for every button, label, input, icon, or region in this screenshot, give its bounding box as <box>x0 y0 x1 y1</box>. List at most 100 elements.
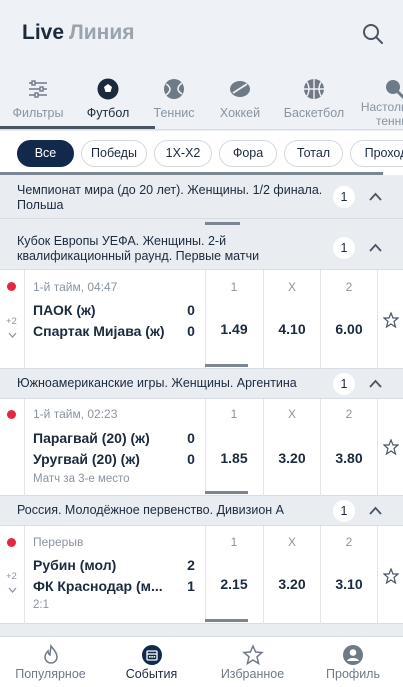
more-markets-count[interactable]: +2 <box>6 316 17 327</box>
filter-chip-double-chance[interactable]: 1Х-Х2 <box>154 140 212 167</box>
filter-chip-wins[interactable]: Победы <box>81 140 147 167</box>
sport-tab-hockey[interactable]: Хоккей <box>210 66 270 129</box>
odds-header-1: 1 <box>230 407 238 421</box>
bet-type-filters: Все Победы 1Х-Х2 Фора Тотал Проход <box>0 131 403 175</box>
filter-chip-advance[interactable]: Проход <box>350 140 403 167</box>
league-count-badge: 1 <box>333 186 355 208</box>
filters-icon <box>29 80 47 98</box>
tab-live[interactable]: Live <box>22 21 64 45</box>
league-name: Южноамериканские игры. Женщины. Аргентин… <box>17 376 297 390</box>
sport-tab-label: Хоккей <box>219 106 261 120</box>
divider <box>24 270 25 369</box>
match-status: 1-й тайм, 02:23 <box>33 407 118 421</box>
score-home: 0 <box>187 430 195 446</box>
score-away: 0 <box>187 323 195 339</box>
sport-tab-table-tennis[interactable]: Настольный теннис <box>360 66 403 129</box>
top-header: Live Линия <box>0 0 403 66</box>
odd-home-win[interactable]: 1.49 <box>205 321 263 337</box>
filter-chip-total[interactable]: Тотал <box>284 140 343 167</box>
more-markets-count[interactable]: +2 <box>6 571 17 582</box>
favorite-star-icon[interactable] <box>383 439 399 455</box>
nav-label: Профиль <box>326 667 380 681</box>
odds-header-2: 2 <box>345 535 353 549</box>
match-card[interactable]: 1-й тайм, 02:23 Парагвай (20) (ж) 0 Уруг… <box>0 399 403 496</box>
odd-home-win[interactable]: 1.85 <box>205 450 263 466</box>
score-away: 1 <box>187 578 195 594</box>
match-status: Перерыв <box>33 535 84 549</box>
score-home: 2 <box>187 557 195 573</box>
odds-header-1: 1 <box>230 280 238 294</box>
odds-bar <box>205 491 248 494</box>
profile-icon <box>343 645 363 665</box>
chevron-down-icon[interactable] <box>8 332 17 338</box>
table-tennis-icon <box>386 80 403 100</box>
chevron-up-icon[interactable] <box>369 192 382 201</box>
star-icon <box>241 644 264 666</box>
odds-header-x: X <box>287 280 296 294</box>
odds-bar <box>205 364 248 367</box>
score-home: 0 <box>187 302 195 318</box>
sport-tab-filters[interactable]: Фильтры <box>0 66 76 129</box>
chevron-up-icon[interactable] <box>369 379 382 388</box>
match-card[interactable]: +2 Перерыв Рубин (мол) 2 ФК Краснодар (м… <box>0 526 403 624</box>
odd-away-win[interactable]: 3.10 <box>320 576 378 592</box>
filter-chip-all[interactable]: Все <box>17 140 74 167</box>
league-header[interactable]: Кубок Европы УЕФА. Женщины. 2-й квалифик… <box>0 228 403 270</box>
score-away: 0 <box>187 451 195 467</box>
active-sport-indicator <box>0 126 155 129</box>
league-count-badge: 1 <box>333 500 355 522</box>
match-card[interactable]: +2 1-й тайм, 04:47 ПАОК (ж) 0 Спартак Ми… <box>0 270 403 369</box>
bottom-navigation: Популярное События Избранное Профиль <box>0 636 403 687</box>
sport-tab-label: Теннис <box>153 106 195 120</box>
odd-away-win[interactable]: 6.00 <box>320 321 378 337</box>
nav-profile[interactable]: Профиль <box>303 637 403 687</box>
search-icon[interactable] <box>362 23 384 45</box>
sport-tab-football[interactable]: Футбол <box>78 66 138 129</box>
nav-favorites[interactable]: Избранное <box>202 637 303 687</box>
odd-draw[interactable]: 3.20 <box>263 450 321 466</box>
league-header[interactable]: Чемпионат мира (до 20 лет). Женщины. 1/2… <box>0 175 403 219</box>
fire-icon <box>43 644 58 664</box>
live-indicator <box>7 538 16 547</box>
tab-line[interactable]: Линия <box>69 21 135 45</box>
nav-events[interactable]: События <box>101 637 202 687</box>
odds-header-x: X <box>287 407 296 421</box>
league-count-badge: 1 <box>333 373 355 395</box>
odds-header-2: 2 <box>345 280 353 294</box>
favorite-star-icon[interactable] <box>383 568 399 584</box>
team-away: Спартак Мијава (ж) <box>33 323 165 339</box>
odds-header-2: 2 <box>345 407 353 421</box>
league-header[interactable]: Южноамериканские игры. Женщины. Аргентин… <box>0 369 403 399</box>
team-away: ФК Краснодар (м... <box>33 578 163 594</box>
odds-header-x: X <box>287 535 296 549</box>
chevron-down-icon[interactable] <box>8 587 17 593</box>
odd-away-win[interactable]: 3.80 <box>320 450 378 466</box>
match-status: 1-й тайм, 04:47 <box>33 280 118 294</box>
match-note: 2:1 <box>33 599 49 611</box>
divider <box>24 526 25 624</box>
team-home: ПАОК (ж) <box>33 302 96 318</box>
odds-header-1: 1 <box>230 535 238 549</box>
sport-tab-label: Фильтры <box>12 106 64 120</box>
favorite-star-icon[interactable] <box>383 312 399 328</box>
nav-popular[interactable]: Популярное <box>0 637 101 687</box>
sport-tab-tennis[interactable]: Теннис <box>145 66 203 129</box>
live-indicator <box>7 282 16 291</box>
odd-home-win[interactable]: 2.15 <box>205 576 263 592</box>
sport-tab-basketball[interactable]: Баскетбол <box>276 66 352 129</box>
league-count-badge: 1 <box>333 237 355 259</box>
chevron-up-icon[interactable] <box>369 243 382 252</box>
tennis-icon <box>164 79 184 99</box>
calendar-icon <box>141 645 162 665</box>
filter-chip-handicap[interactable]: Фора <box>219 140 277 167</box>
odds-bar <box>205 222 240 225</box>
nav-label: Избранное <box>220 667 285 681</box>
chevron-up-icon[interactable] <box>369 506 382 515</box>
league-name: Чемпионат мира (до 20 лет). Женщины. 1/2… <box>17 183 323 212</box>
odd-draw[interactable]: 3.20 <box>263 576 321 592</box>
next-league-header <box>0 624 403 636</box>
league-header[interactable]: Россия. Молодёжное первенство. Дивизион … <box>0 496 403 526</box>
odd-draw[interactable]: 4.10 <box>263 321 321 337</box>
live-indicator <box>7 410 16 419</box>
sport-tab-label: Футбол <box>86 106 130 120</box>
